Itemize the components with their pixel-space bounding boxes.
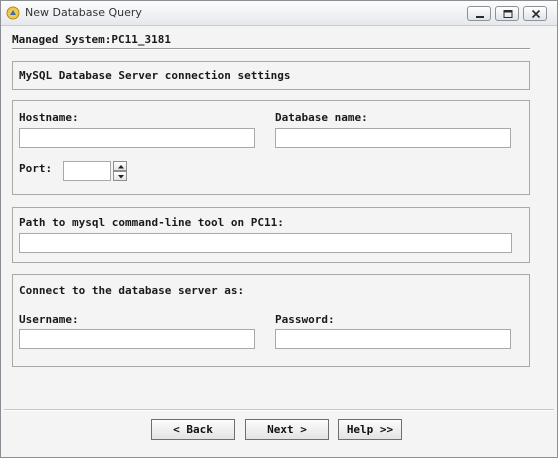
managed-system-label: Managed System:PC11_3181: [12, 33, 171, 46]
path-input[interactable]: [19, 233, 512, 253]
hostname-input[interactable]: [19, 128, 255, 148]
path-group: Path to mysql command-line tool on PC11:: [12, 207, 530, 263]
port-label: Port:: [19, 162, 53, 175]
username-label: Username:: [19, 313, 79, 326]
close-button[interactable]: [523, 6, 547, 21]
password-label: Password:: [275, 313, 335, 326]
minimize-button[interactable]: [467, 6, 491, 21]
hostname-label: Hostname:: [19, 111, 79, 124]
spin-down-icon: [118, 175, 124, 179]
minimize-icon: [476, 16, 484, 18]
database-name-label: Database name:: [275, 111, 368, 124]
window-title: New Database Query: [25, 6, 142, 19]
credentials-heading: Connect to the database server as:: [19, 284, 245, 297]
footer-divider: [4, 409, 554, 410]
username-input[interactable]: [19, 329, 255, 349]
app-icon: [6, 6, 20, 20]
header-divider: [12, 48, 530, 49]
path-label: Path to mysql command-line tool on PC11:: [19, 216, 284, 229]
section-title: MySQL Database Server connection setting…: [19, 69, 291, 82]
connection-group: Hostname: Database name: Port:: [12, 100, 530, 195]
port-spin-up-button[interactable]: [113, 161, 127, 171]
back-button[interactable]: < Back: [151, 419, 235, 440]
section-title-box: MySQL Database Server connection setting…: [12, 61, 530, 90]
maximize-icon: [503, 10, 513, 18]
help-button[interactable]: Help >>: [338, 419, 402, 440]
next-button[interactable]: Next >: [245, 419, 329, 440]
dialog-window: New Database Query Managed System:PC11_3…: [0, 0, 558, 458]
close-icon: [531, 9, 541, 19]
title-bar[interactable]: New Database Query: [1, 1, 557, 26]
password-input[interactable]: [275, 329, 511, 349]
port-spin-down-button[interactable]: [113, 171, 127, 181]
credentials-group: Connect to the database server as: Usern…: [12, 274, 530, 367]
dialog-content: Managed System:PC11_3181 MySQL Database …: [1, 26, 557, 457]
database-name-input[interactable]: [275, 128, 511, 148]
maximize-button[interactable]: [495, 6, 519, 21]
port-input[interactable]: [63, 161, 111, 181]
